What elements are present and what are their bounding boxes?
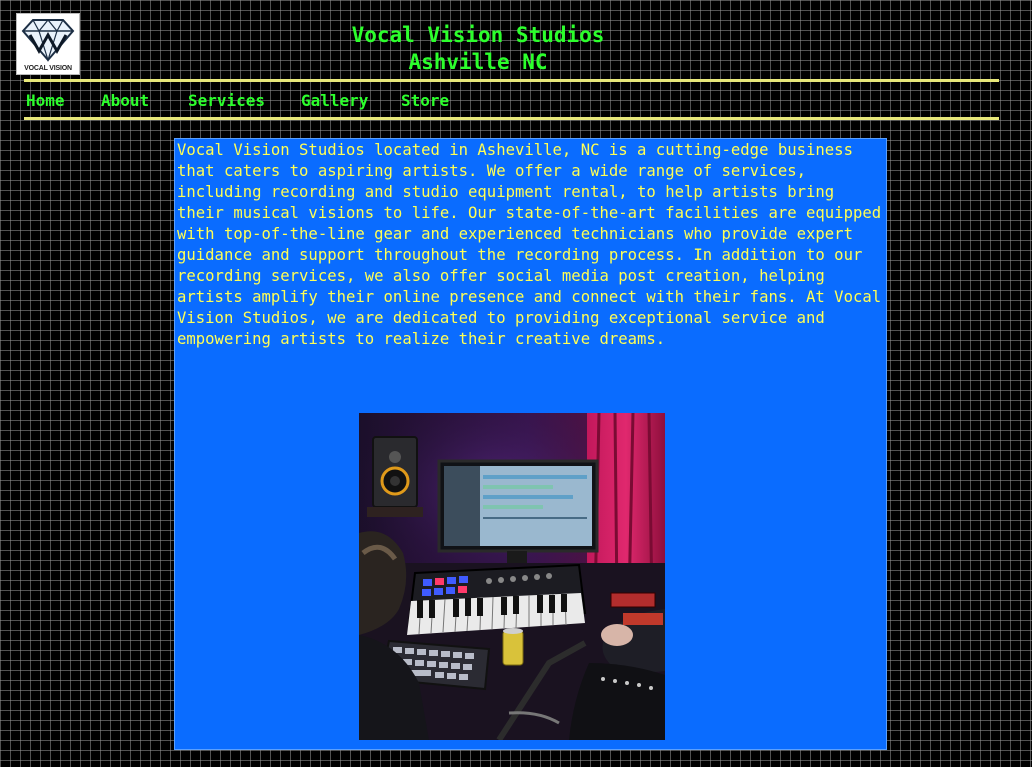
content-panel: Vocal Vision Studios located in Ashevill…: [174, 138, 887, 750]
nav-link-store[interactable]: Store: [401, 91, 449, 110]
site-title-block: Vocal Vision Studios Ashville NC: [250, 22, 706, 76]
site-subtitle: Ashville NC: [408, 50, 548, 74]
bottom-divider: [24, 117, 999, 120]
nav-link-about[interactable]: About: [101, 91, 149, 110]
diamond-logo-icon: [21, 19, 75, 63]
nav-link-gallery[interactable]: Gallery: [301, 91, 368, 110]
site-title: Vocal Vision Studios: [351, 23, 605, 47]
nav-link-home[interactable]: Home: [26, 91, 65, 110]
nav-link-services[interactable]: Services: [188, 91, 265, 110]
studio-photo: [359, 413, 665, 740]
studio-photo-image: [359, 413, 665, 740]
logo-text: VOCAL VISION: [24, 65, 72, 72]
vocal-vision-logo[interactable]: VOCAL VISION: [16, 13, 80, 75]
top-divider: [24, 79, 999, 82]
studio-description: Vocal Vision Studios located in Ashevill…: [177, 141, 882, 348]
